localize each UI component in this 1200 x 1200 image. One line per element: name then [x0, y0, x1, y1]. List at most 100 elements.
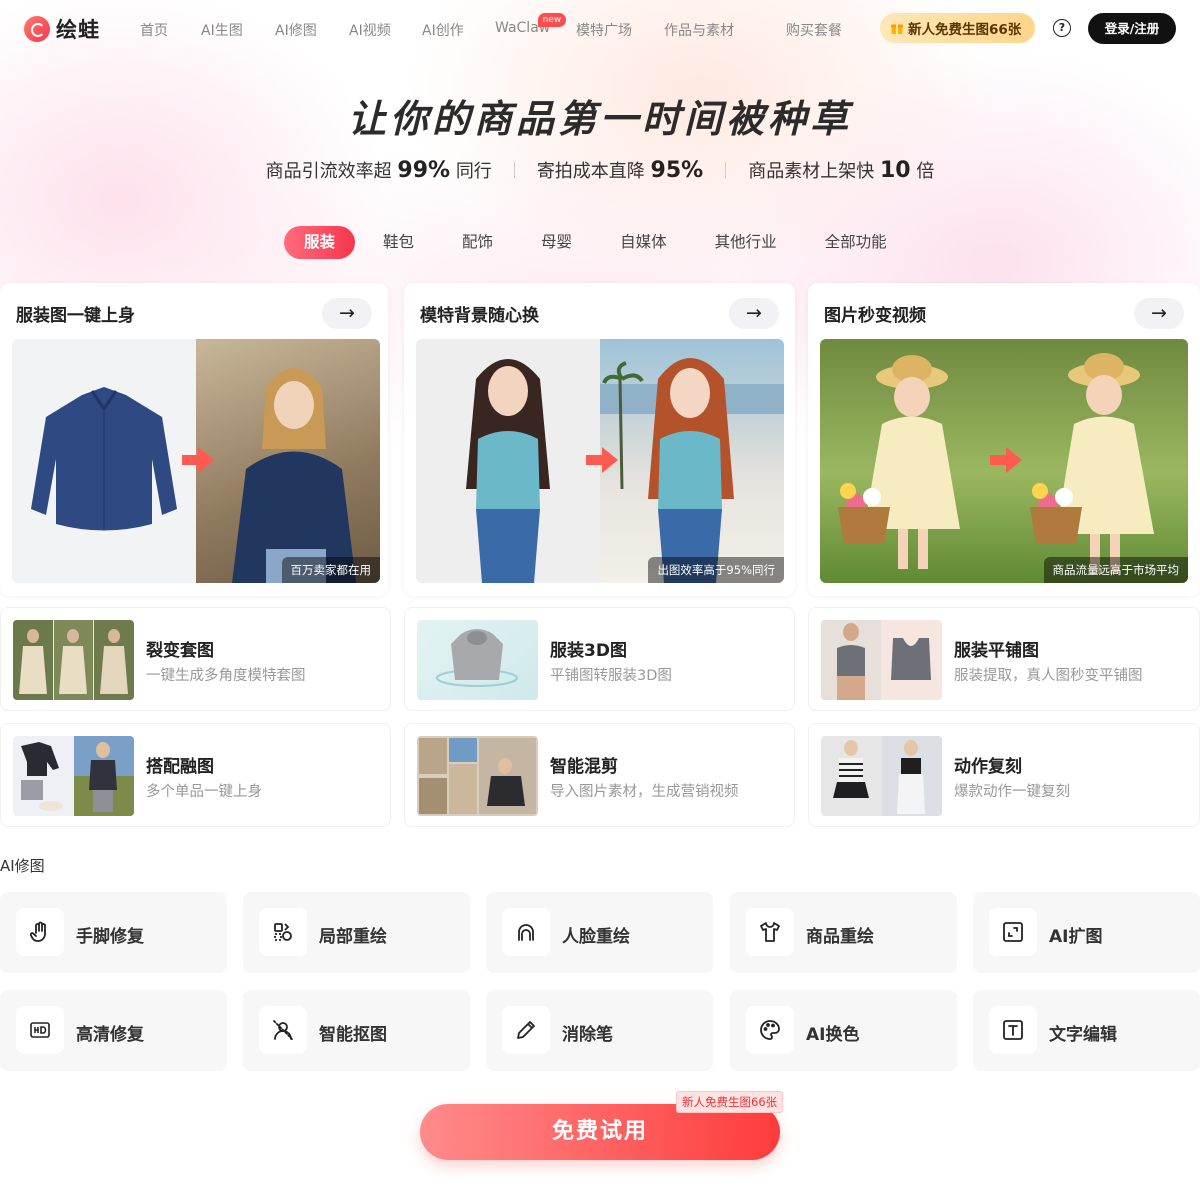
face-icon [502, 908, 550, 956]
edit-tool-smart-cutout[interactable]: 智能抠图 [243, 990, 470, 1071]
tab-shoes-bags[interactable]: 鞋包 [363, 226, 434, 259]
edit-tool-partial-redraw[interactable]: 局部重绘 [243, 892, 470, 973]
tshirt-icon [746, 908, 794, 956]
tool-title: 动作复刻 [954, 757, 1022, 777]
tool-card-outfit-blend[interactable]: 搭配融图 多个单品一键上身 [0, 723, 391, 827]
edit-tool-product-redraw[interactable]: 商品重绘 [730, 892, 957, 973]
tool-card-smart-mix[interactable]: 智能混剪 导入图片素材，生成营销视频 [404, 723, 795, 827]
feature-card-try-on[interactable]: 服装图一键上身 → 百万卖家都在用 [0, 283, 388, 596]
tool-card-fission-set[interactable]: 裂变套图 一键生成多角度模特套图 [0, 607, 391, 711]
edit-tool-ai-recolor[interactable]: AI换色 [730, 990, 957, 1071]
cutout-icon [259, 1006, 307, 1054]
edit-tool-label: AI换色 [806, 1025, 860, 1045]
nav-item-home[interactable]: 首页 [140, 20, 168, 40]
logo[interactable]: 绘蛙 [24, 14, 100, 44]
nav-item-works[interactable]: 作品与素材 [664, 20, 734, 40]
tool-card-apparel-3d[interactable]: 服装3D图 平铺图转服装3D图 [404, 607, 795, 711]
login-button[interactable]: 登录/注册 [1088, 13, 1176, 44]
nav-item-ai-video[interactable]: AI视频 [349, 20, 391, 40]
new-user-promo[interactable]: 新人免费生图66张 [880, 13, 1036, 43]
tool-title: 服装3D图 [550, 641, 627, 661]
feature-preview-image: 百万卖家都在用 [12, 339, 380, 583]
feature-card-title: 服装图一键上身 [16, 306, 135, 326]
nav-item-ai-image[interactable]: AI生图 [201, 20, 243, 40]
logo-text: 绘蛙 [56, 18, 100, 42]
arrow-right-icon[interactable]: → [322, 298, 372, 329]
tool-thumbnail [13, 620, 134, 700]
tool-thumbnail [417, 736, 538, 816]
edit-tool-hd-restore[interactable]: 高清修复 [0, 990, 227, 1071]
stat-suffix: 倍 [916, 161, 935, 182]
stat-number: 95% [650, 158, 704, 183]
arrow-right-icon[interactable]: → [1134, 298, 1184, 329]
tab-accessories[interactable]: 配饰 [442, 226, 513, 259]
feature-tag: 出图效率高于95%同行 [648, 557, 784, 583]
text-icon [989, 1006, 1037, 1054]
model-shirt-image [196, 339, 380, 583]
edit-tool-label: AI扩图 [1049, 927, 1103, 947]
promo-text: 新人免费生图66张 [908, 22, 1022, 38]
edit-tool-label: 智能抠图 [319, 1025, 387, 1045]
feature-card-title: 模特背景随心换 [420, 306, 539, 326]
feature-card-image-to-video[interactable]: 图片秒变视频 → 商品流量远高于市场平均 [808, 283, 1200, 596]
feature-preview-image: 出图效率高于95%同行 [416, 339, 784, 583]
tab-mother-baby[interactable]: 母婴 [521, 226, 592, 259]
nav-item-pricing[interactable]: 购买套餐 [786, 20, 842, 40]
tool-thumbnail [417, 620, 538, 700]
feature-preview-image: 商品流量远高于市场平均 [820, 339, 1188, 583]
edit-tool-eraser[interactable]: 消除笔 [486, 990, 713, 1071]
edit-tool-label: 高清修复 [76, 1025, 144, 1045]
hd-icon [16, 1006, 64, 1054]
model-beach-image [600, 339, 784, 583]
shapes-icon [259, 908, 307, 956]
transform-arrow-icon [990, 447, 1022, 473]
hero-title: 让你的商品第一时间被种草 [347, 97, 852, 141]
help-icon[interactable]: ? [1053, 19, 1071, 37]
tool-card-motion-copy[interactable]: 动作复刻 爆款动作一键复刻 [808, 723, 1200, 827]
stat-prefix: 商品引流效率超 [265, 161, 392, 182]
nav-item-ai-edit[interactable]: AI修图 [275, 20, 317, 40]
tool-thumbnail [13, 736, 134, 816]
stat-item: 寄拍成本直降 95% [515, 157, 725, 183]
tool-card-flat-lay[interactable]: 服装平铺图 服装提取，真人图秒变平铺图 [808, 607, 1200, 711]
logo-icon [24, 16, 50, 42]
feature-tag: 商品流量远高于市场平均 [1043, 557, 1188, 583]
tab-self-media[interactable]: 自媒体 [600, 226, 687, 259]
edit-tool-label: 局部重绘 [319, 927, 387, 947]
feature-card-background-swap[interactable]: 模特背景随心换 → 出图效率高于95%同行 [404, 283, 795, 596]
feature-card-title: 图片秒变视频 [824, 306, 926, 326]
edit-tool-face-redraw[interactable]: 人脸重绘 [486, 892, 713, 973]
edit-tool-hand-fix[interactable]: 手脚修复 [0, 892, 227, 973]
nav-item-ai-create[interactable]: AI创作 [422, 20, 464, 40]
nav-item-waclaw[interactable]: WaClaw new [495, 13, 567, 36]
model-plain-image [416, 339, 600, 583]
hero-stats: 商品引流效率超 99% 同行 寄拍成本直降 95% 商品素材上架快 10 倍 [0, 157, 1200, 183]
expand-icon [989, 908, 1037, 956]
edit-tool-label: 文字编辑 [1049, 1025, 1117, 1045]
edit-tool-text-edit[interactable]: 文字编辑 [973, 990, 1200, 1071]
tool-thumbnail [821, 736, 942, 816]
category-tabs: 服装 鞋包 配饰 母婴 自媒体 其他行业 全部功能 [284, 226, 907, 259]
section-title-ai-edit: AI修图 [0, 857, 45, 875]
transform-arrow-icon [182, 447, 214, 473]
tool-description: 服装提取，真人图秒变平铺图 [954, 668, 1143, 684]
stat-prefix: 商品素材上架快 [748, 161, 875, 182]
pen-icon [502, 1006, 550, 1054]
tool-title: 服装平铺图 [954, 641, 1039, 661]
nav-item-model-square[interactable]: 模特广场 [576, 20, 632, 40]
edit-tool-ai-expand[interactable]: AI扩图 [973, 892, 1200, 973]
tool-description: 一键生成多角度模特套图 [146, 668, 306, 684]
tab-other-industry[interactable]: 其他行业 [695, 226, 797, 259]
edit-tool-label: 人脸重绘 [562, 927, 630, 947]
tab-apparel[interactable]: 服装 [284, 226, 356, 259]
arrow-right-icon[interactable]: → [729, 298, 779, 329]
palette-icon [746, 1006, 794, 1054]
tool-description: 多个单品一键上身 [146, 784, 262, 800]
gift-icon [891, 24, 903, 34]
edit-tool-label: 商品重绘 [806, 927, 874, 947]
tool-description: 导入图片素材，生成营销视频 [550, 784, 739, 800]
tab-all-features[interactable]: 全部功能 [805, 226, 907, 259]
tool-title: 搭配融图 [146, 757, 214, 777]
top-navbar: 绘蛙 首页 AI生图 AI修图 AI视频 AI创作 WaClaw new 模特广… [0, 0, 1200, 58]
hand-icon [16, 908, 64, 956]
